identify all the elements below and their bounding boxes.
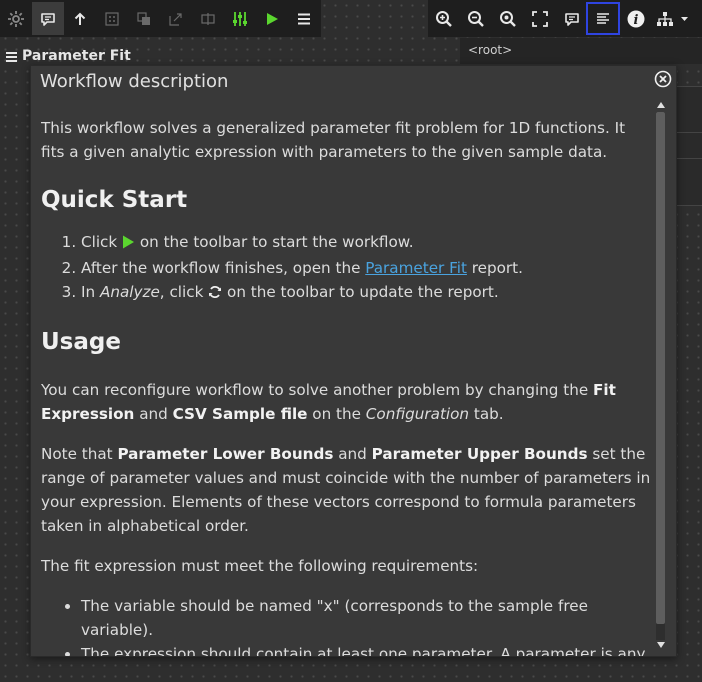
panel-title: Parameter Fit (22, 48, 131, 64)
step-text: , click (159, 283, 209, 301)
comment-icon (564, 11, 580, 27)
text: tab. (469, 405, 504, 423)
layers-icon (137, 11, 151, 26)
zoom-out-icon (467, 10, 485, 28)
description-content: This workflow solves a generalized param… (41, 116, 653, 656)
quick-start-steps: Click on the toolbar to start the workfl… (41, 230, 653, 306)
grid-button[interactable] (96, 2, 128, 35)
configuration-tab-name: Configuration (365, 405, 470, 423)
run-button[interactable] (256, 2, 288, 35)
settings-button[interactable] (0, 2, 32, 35)
close-button[interactable] (654, 70, 672, 88)
menu-icon (297, 13, 311, 25)
step-text: After the workflow finishes, open the (81, 259, 366, 277)
csv-sample-file-term: CSV Sample file (172, 405, 308, 423)
list-item: The expression should contain at least o… (81, 642, 653, 656)
split-icon (201, 12, 215, 26)
list-item: The variable should be named "x" (corres… (81, 594, 653, 642)
zoom-fit-button[interactable] (492, 2, 524, 35)
list-item: Click on the toolbar to start the workfl… (81, 230, 653, 256)
comment-button[interactable] (32, 2, 64, 35)
usage-paragraph-1: You can reconfigure workflow to solve an… (41, 378, 653, 426)
hierarchy-dropdown-icon (657, 11, 691, 27)
toolbar-right-group: i (428, 0, 702, 37)
menu-button[interactable] (288, 2, 320, 35)
usage-paragraph-2: Note that Parameter Lower Bounds and Par… (41, 442, 653, 538)
settings-gear-icon (7, 10, 25, 28)
text: and (134, 405, 173, 423)
quick-start-heading: Quick Start (41, 187, 188, 213)
scroll-down-arrow[interactable] (655, 640, 666, 650)
zoom-fit-icon (499, 10, 517, 28)
comment-icon (40, 11, 56, 27)
usage-heading: Usage (41, 329, 121, 355)
panel-menu-icon[interactable] (6, 47, 17, 66)
step-text: on the toolbar to start the workflow. (135, 233, 414, 251)
step-text: on the toolbar to update the report. (222, 283, 499, 301)
workflow-description-dialog: Workflow description This workflow solve… (30, 65, 677, 657)
root-tree-label[interactable]: <root> (460, 38, 702, 64)
intro-paragraph: This workflow solves a generalized param… (41, 119, 626, 161)
parameter-fit-report-link[interactable]: Parameter Fit (365, 259, 467, 277)
sliders-icon (232, 11, 248, 27)
info-button[interactable]: i (620, 2, 652, 35)
step-text: In (81, 283, 100, 301)
text: You can reconfigure workflow to solve an… (41, 381, 594, 399)
zoom-in-icon (435, 10, 453, 28)
export-icon (169, 12, 183, 26)
move-up-button[interactable] (64, 2, 96, 35)
arrow-up-icon (73, 11, 87, 27)
step-text: Click (81, 233, 123, 251)
list-item: In Analyze, click on the toolbar to upda… (81, 280, 653, 306)
zoom-in-button[interactable] (428, 2, 460, 35)
play-icon (122, 232, 135, 256)
scroll-up-arrow[interactable] (655, 100, 666, 110)
toolbar: i (0, 0, 702, 37)
dialog-title: Workflow description (40, 71, 229, 92)
grid-dots-icon (105, 11, 119, 26)
analyze-tab-name: Analyze (99, 283, 160, 301)
vertical-scrollbar[interactable] (655, 100, 666, 650)
text: on the (307, 405, 366, 423)
fullscreen-button[interactable] (524, 2, 556, 35)
refresh-icon (208, 282, 222, 306)
description-icon (596, 12, 610, 26)
info-icon: i (627, 10, 645, 28)
upper-bounds-term: Parameter Upper Bounds (371, 445, 588, 463)
list-item: After the workflow finishes, open the Pa… (81, 256, 653, 280)
requirements-list: The variable should be named "x" (corres… (41, 594, 653, 656)
layers-button[interactable] (128, 2, 160, 35)
step-text: report. (466, 259, 523, 277)
export-button[interactable] (160, 2, 192, 35)
play-icon (265, 12, 279, 26)
usage-paragraph-3: The fit expression must meet the followi… (41, 557, 479, 575)
description-button[interactable] (586, 2, 620, 35)
close-icon (654, 70, 672, 92)
configure-button[interactable] (224, 2, 256, 35)
zoom-out-button[interactable] (460, 2, 492, 35)
toolbar-left-group (0, 0, 321, 37)
split-button[interactable] (192, 2, 224, 35)
scrollbar-thumb[interactable] (656, 112, 665, 624)
lower-bounds-term: Parameter Lower Bounds (117, 445, 334, 463)
fullscreen-icon (532, 10, 548, 27)
comment-right-button[interactable] (556, 2, 588, 35)
svg-text:i: i (634, 13, 639, 28)
text: Note that (41, 445, 118, 463)
hierarchy-dropdown-button[interactable] (652, 2, 696, 35)
text: and (333, 445, 372, 463)
